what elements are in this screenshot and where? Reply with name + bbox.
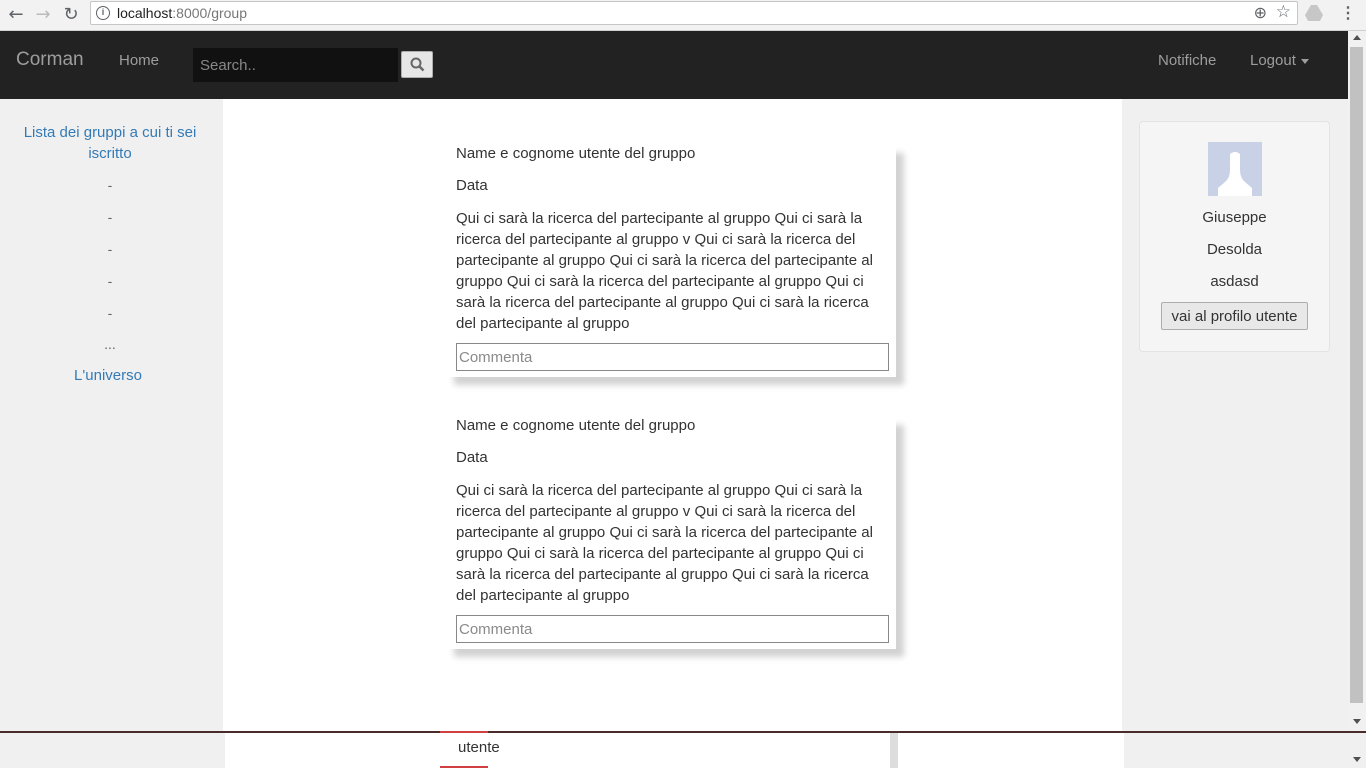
- notifications-link[interactable]: Notifiche: [1158, 52, 1216, 69]
- scroll-down-arrow-icon[interactable]: [1353, 719, 1361, 724]
- bookmark-star-icon[interactable]: ☆: [1276, 2, 1291, 22]
- reload-icon[interactable]: ↻: [59, 3, 83, 27]
- profile-sidebar: Giuseppe Desolda asdasd vai al profilo u…: [1122, 99, 1348, 731]
- profile-last-name: Desolda: [1206, 241, 1263, 258]
- profile-first-name: Giuseppe: [1202, 209, 1267, 226]
- more-groups-ellipsis: ...: [104, 336, 116, 352]
- group-list-link[interactable]: Lista dei gruppi a cui ti sei iscritto: [10, 122, 210, 164]
- top-navbar: Corman Home Notifiche Logout: [0, 31, 1348, 99]
- group-list-item[interactable]: -: [0, 241, 220, 257]
- group-list-item[interactable]: -: [0, 305, 220, 321]
- browser-toolbar: ← → ↻ i localhost:8000/group ⊕ ☆ ⋮: [0, 0, 1366, 31]
- post-date: Data: [456, 449, 488, 466]
- profile-card: Giuseppe Desolda asdasd vai al profilo u…: [1139, 121, 1330, 352]
- logout-dropdown[interactable]: Logout: [1250, 52, 1309, 69]
- bottom-overlay-content: [225, 733, 1124, 768]
- bottom-overlay-label: utente: [458, 739, 500, 756]
- zoom-icon[interactable]: ⊕: [1254, 3, 1267, 22]
- avatar: [1208, 142, 1262, 196]
- bottom-overlay: utente: [0, 731, 1366, 768]
- brand-logo[interactable]: Corman: [16, 49, 84, 71]
- post-body: Qui ci sarà la ricerca del partecipante …: [456, 210, 873, 332]
- groups-sidebar: Lista dei gruppi a cui ti sei iscritto -…: [0, 99, 223, 731]
- drive-extension-icon[interactable]: [1305, 5, 1323, 21]
- scrollbar-thumb[interactable]: [1350, 47, 1363, 703]
- search-button[interactable]: [401, 51, 433, 78]
- group-list-item[interactable]: -: [0, 273, 220, 289]
- scroll-down-arrow-icon[interactable]: [1353, 757, 1361, 762]
- site-info-icon[interactable]: i: [96, 6, 110, 20]
- search-input[interactable]: [193, 48, 398, 82]
- post-author[interactable]: Name e cognome utente del gruppo: [456, 417, 695, 434]
- post-author[interactable]: Name e cognome utente del gruppo: [456, 145, 695, 162]
- view-profile-button[interactable]: vai al profilo utente: [1161, 302, 1308, 330]
- universe-link[interactable]: L'universo: [0, 367, 216, 384]
- comment-input[interactable]: [456, 343, 889, 371]
- url-text: localhost:8000/group: [117, 5, 247, 21]
- back-arrow-icon[interactable]: ←: [4, 3, 28, 27]
- forward-arrow-icon[interactable]: →: [31, 3, 55, 27]
- browser-menu-icon[interactable]: ⋮: [1340, 3, 1356, 23]
- search-icon: [410, 57, 425, 72]
- group-list-item[interactable]: -: [0, 177, 220, 193]
- page-scrollbar[interactable]: [1348, 31, 1366, 731]
- nav-home-link[interactable]: Home: [119, 52, 159, 69]
- address-bar[interactable]: i localhost:8000/group ⊕ ☆: [90, 1, 1298, 25]
- logout-label: Logout: [1250, 52, 1296, 69]
- post-body: Qui ci sarà la ricerca del partecipante …: [456, 482, 873, 604]
- post-date: Data: [456, 177, 488, 194]
- default-user-silhouette-icon: [1208, 142, 1262, 196]
- group-post: Name e cognome utente del gruppo Data Qu…: [446, 145, 896, 377]
- group-list-item[interactable]: -: [0, 209, 220, 225]
- group-post: Name e cognome utente del gruppo Data Qu…: [446, 417, 896, 649]
- caret-down-icon: [1300, 58, 1309, 64]
- scroll-up-arrow-icon[interactable]: [1353, 35, 1361, 40]
- comment-input[interactable]: [456, 615, 889, 643]
- profile-extra-info: asdasd: [1210, 273, 1259, 290]
- red-accent-line: [440, 731, 488, 733]
- post-shadow-fragment: [890, 733, 898, 768]
